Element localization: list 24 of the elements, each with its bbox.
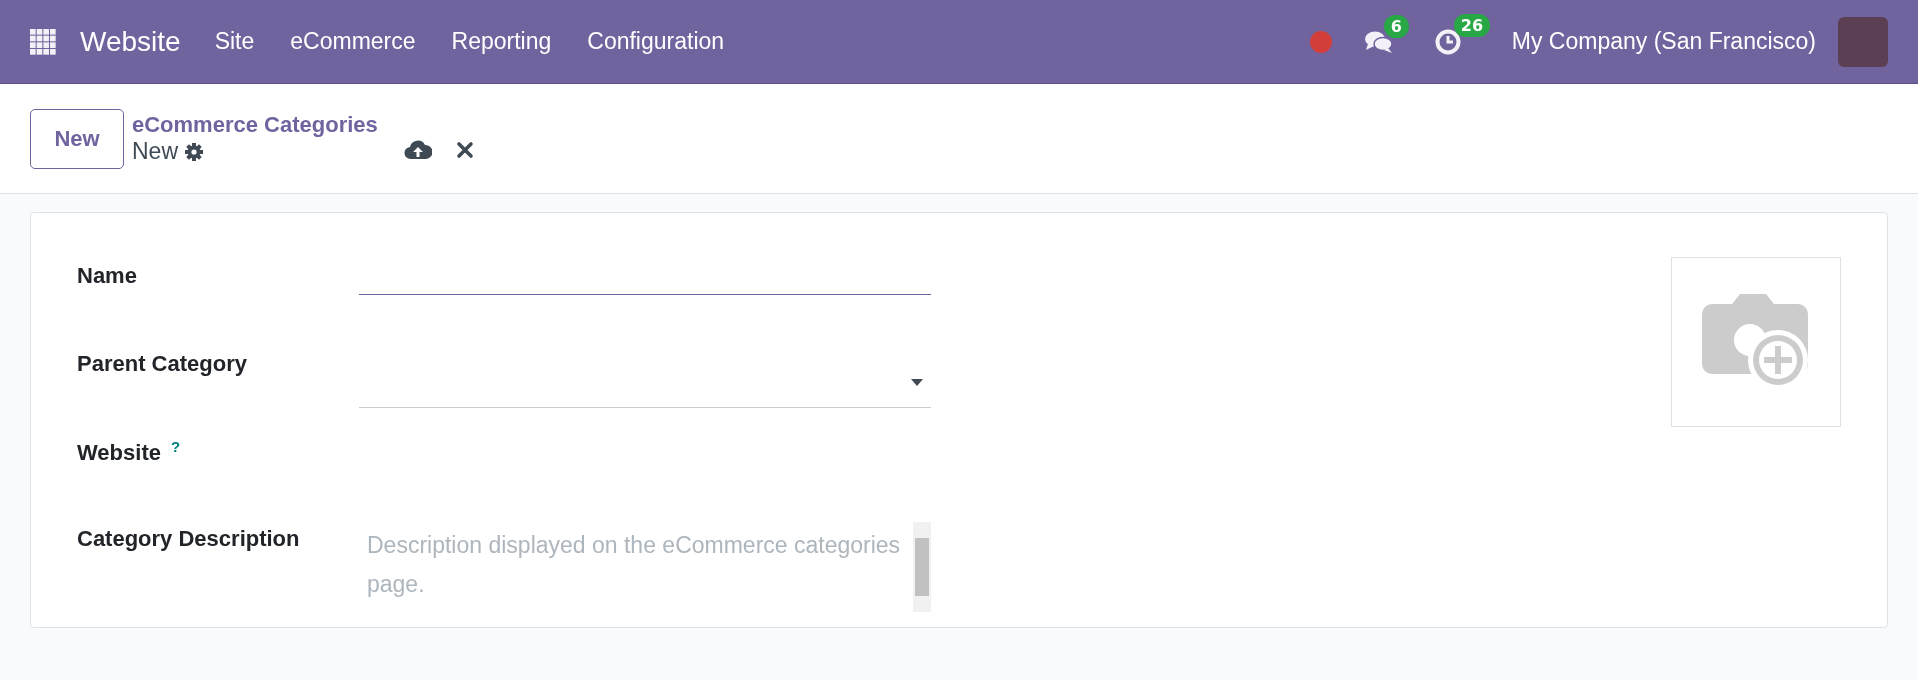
field-label: Name — [77, 263, 137, 288]
field-label: Parent Category — [77, 350, 247, 376]
app-name[interactable]: Website — [80, 25, 181, 58]
caret-icon — [911, 379, 923, 386]
close-icon[interactable] — [456, 140, 474, 159]
company-switcher[interactable]: My Company (San Francisco) — [1511, 28, 1816, 55]
menu-item[interactable]: Site — [214, 28, 255, 55]
breadcrumb-link[interactable]: eCommerce Categories — [132, 112, 404, 138]
activity-count-badge: 26 — [1453, 13, 1491, 37]
gear-icon[interactable] — [184, 141, 204, 162]
scrollbar[interactable] — [913, 521, 931, 612]
menu-item[interactable]: Configuration — [587, 28, 725, 55]
app-grid-icon[interactable] — [30, 28, 56, 55]
help-tooltip-link[interactable]: ? — [171, 438, 181, 455]
field-label: Category Description — [77, 525, 300, 551]
record-title: New — [132, 138, 178, 165]
menu-item[interactable]: Reporting — [451, 28, 552, 55]
clock-icon[interactable] — [1433, 27, 1462, 56]
status-dot-icon[interactable] — [1309, 30, 1332, 53]
menu-item[interactable]: eCommerce — [290, 28, 416, 55]
cloud-upload-icon[interactable] — [404, 138, 432, 161]
new-button[interactable]: New — [30, 108, 124, 169]
message-count-badge: 6 — [1383, 14, 1409, 38]
field-label: Website — [77, 440, 161, 466]
